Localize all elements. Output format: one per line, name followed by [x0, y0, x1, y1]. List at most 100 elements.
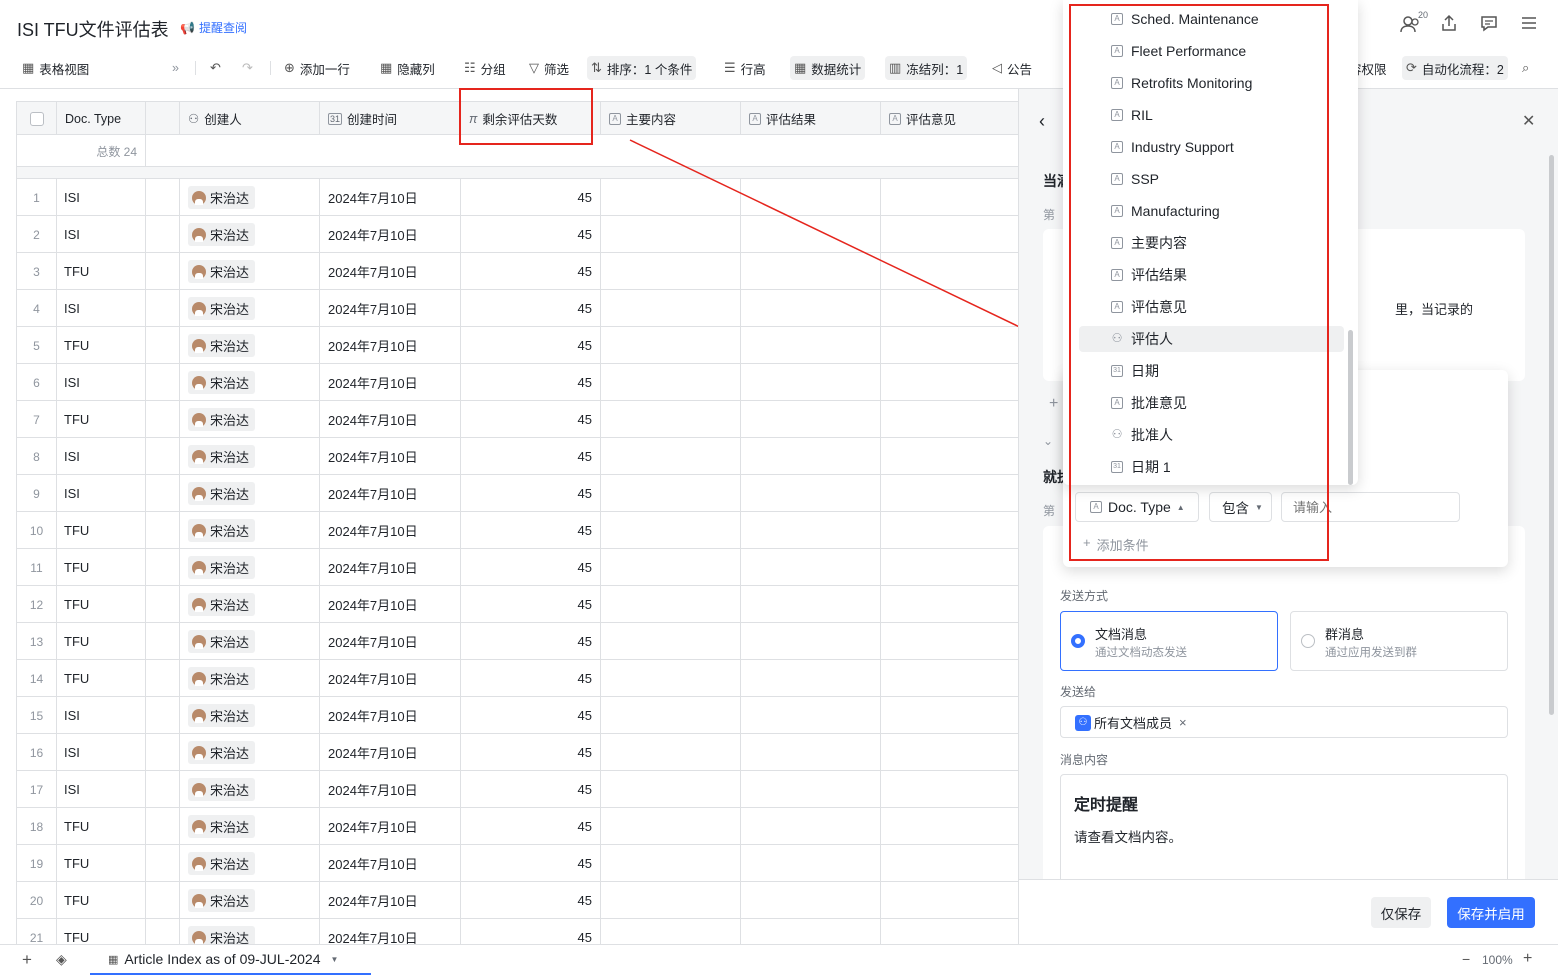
- cell-remaining-days[interactable]: 45: [461, 290, 601, 327]
- cell-empty[interactable]: [601, 216, 741, 253]
- cell-empty[interactable]: [741, 845, 881, 882]
- cell-created-time[interactable]: 2024年7月10日: [320, 660, 461, 697]
- view-switcher[interactable]: ▦ 表格视图 »: [18, 56, 183, 80]
- sort-button[interactable]: ⇅ 排序：1 个条件: [587, 56, 697, 80]
- table-row[interactable]: 5 TFU 宋治达 2024年7月10日 45: [17, 327, 1018, 364]
- cell-doc-type[interactable]: ISI: [57, 771, 146, 808]
- layers-icon[interactable]: ◈: [56, 951, 67, 968]
- option-group-message[interactable]: 群消息 通过应用发送到群: [1290, 611, 1508, 671]
- cell-creator[interactable]: 宋治达: [180, 623, 320, 660]
- cell-creator[interactable]: 宋治达: [180, 290, 320, 327]
- filter-button[interactable]: ▽ 筛选: [525, 56, 573, 80]
- cell-empty[interactable]: [601, 845, 741, 882]
- column-header-doc-type[interactable]: Doc. Type: [57, 102, 146, 135]
- cell-doc-type[interactable]: TFU: [57, 401, 146, 438]
- cell-creator[interactable]: 宋治达: [180, 882, 320, 919]
- cell-remaining-days[interactable]: 45: [461, 179, 601, 216]
- cell-empty[interactable]: [741, 364, 881, 401]
- cell-empty[interactable]: [601, 512, 741, 549]
- table-row[interactable]: 10 TFU 宋治达 2024年7月10日 45: [17, 512, 1018, 549]
- table-row[interactable]: 7 TFU 宋治达 2024年7月10日 45: [17, 401, 1018, 438]
- cell-empty[interactable]: [881, 401, 1018, 438]
- table-row[interactable]: 12 TFU 宋治达 2024年7月10日 45: [17, 586, 1018, 623]
- sheet-tab[interactable]: ▦ Article Index as of 09-JUL-2024 ▼: [90, 945, 371, 975]
- cell-doc-type[interactable]: ISI: [57, 179, 146, 216]
- cell-empty[interactable]: [601, 771, 741, 808]
- column-header-created-time[interactable]: 31 创建时间: [320, 102, 461, 135]
- panel-scrollbar[interactable]: [1549, 155, 1554, 715]
- cell-doc-type[interactable]: TFU: [57, 549, 146, 586]
- cell-doc-type[interactable]: ISI: [57, 290, 146, 327]
- cell-created-time[interactable]: 2024年7月10日: [320, 438, 461, 475]
- cell-empty[interactable]: [881, 549, 1018, 586]
- cell-created-time[interactable]: 2024年7月10日: [320, 179, 461, 216]
- cell-created-time[interactable]: 2024年7月10日: [320, 882, 461, 919]
- share-icon[interactable]: [1440, 14, 1458, 37]
- cell-remaining-days[interactable]: 45: [461, 697, 601, 734]
- recipient-field[interactable]: ⚇ 所有文档成员 ×: [1060, 706, 1508, 738]
- table-row[interactable]: 8 ISI 宋治达 2024年7月10日 45: [17, 438, 1018, 475]
- cell-empty[interactable]: [881, 660, 1018, 697]
- cell-empty[interactable]: [601, 697, 741, 734]
- select-all-checkbox[interactable]: [17, 102, 57, 135]
- cell-remaining-days[interactable]: 45: [461, 623, 601, 660]
- freeze-button[interactable]: ▥ 冻结列：1: [885, 56, 968, 80]
- cell-created-time[interactable]: 2024年7月10日: [320, 401, 461, 438]
- cell-empty[interactable]: [601, 734, 741, 771]
- table-row[interactable]: 13 TFU 宋治达 2024年7月10日 45: [17, 623, 1018, 660]
- close-icon[interactable]: ✕: [1522, 111, 1535, 131]
- cell-created-time[interactable]: 2024年7月10日: [320, 771, 461, 808]
- cell-creator[interactable]: 宋治达: [180, 660, 320, 697]
- back-icon[interactable]: ‹: [1039, 111, 1045, 132]
- cell-remaining-days[interactable]: 45: [461, 364, 601, 401]
- cell-remaining-days[interactable]: 45: [461, 475, 601, 512]
- cell-doc-type[interactable]: TFU: [57, 623, 146, 660]
- cell-creator[interactable]: 宋治达: [180, 771, 320, 808]
- cell-created-time[interactable]: 2024年7月10日: [320, 549, 461, 586]
- cell-creator[interactable]: 宋治达: [180, 808, 320, 845]
- cell-created-time[interactable]: 2024年7月10日: [320, 919, 461, 944]
- redo-button[interactable]: ↷: [238, 56, 257, 80]
- cell-remaining-days[interactable]: 45: [461, 438, 601, 475]
- comment-icon[interactable]: [1480, 14, 1498, 37]
- column-header-creator[interactable]: ⚇ 创建人: [180, 102, 320, 135]
- cell-creator[interactable]: 宋治达: [180, 549, 320, 586]
- cell-empty[interactable]: [741, 734, 881, 771]
- cell-created-time[interactable]: 2024年7月10日: [320, 364, 461, 401]
- table-row[interactable]: 2 ISI 宋治达 2024年7月10日 45: [17, 216, 1018, 253]
- cell-created-time[interactable]: 2024年7月10日: [320, 697, 461, 734]
- cell-created-time[interactable]: 2024年7月10日: [320, 512, 461, 549]
- cell-empty[interactable]: [881, 623, 1018, 660]
- cell-doc-type[interactable]: TFU: [57, 660, 146, 697]
- cell-empty[interactable]: [741, 179, 881, 216]
- cell-empty[interactable]: [741, 327, 881, 364]
- cell-empty[interactable]: [741, 771, 881, 808]
- cell-doc-type[interactable]: ISI: [57, 734, 146, 771]
- cell-created-time[interactable]: 2024年7月10日: [320, 808, 461, 845]
- cell-empty[interactable]: [881, 845, 1018, 882]
- cell-empty[interactable]: [881, 216, 1018, 253]
- cell-empty[interactable]: [741, 549, 881, 586]
- cell-doc-type[interactable]: TFU: [57, 808, 146, 845]
- caret-down-icon[interactable]: ▼: [331, 955, 339, 964]
- cell-creator[interactable]: 宋治达: [180, 919, 320, 944]
- cell-creator[interactable]: 宋治达: [180, 253, 320, 290]
- table-row[interactable]: 9 ISI 宋治达 2024年7月10日 45: [17, 475, 1018, 512]
- cell-remaining-days[interactable]: 45: [461, 327, 601, 364]
- row-height-button[interactable]: ☰ 行高: [720, 56, 770, 80]
- cell-empty[interactable]: [881, 327, 1018, 364]
- remind-link[interactable]: 📢 提醒查阅: [180, 19, 247, 36]
- cell-empty[interactable]: [601, 549, 741, 586]
- remove-icon[interactable]: ×: [1179, 715, 1187, 730]
- cell-doc-type[interactable]: TFU: [57, 512, 146, 549]
- cell-empty[interactable]: [601, 586, 741, 623]
- cell-empty[interactable]: [881, 438, 1018, 475]
- add-row-button[interactable]: ⊕ 添加一行: [280, 56, 354, 80]
- cell-empty[interactable]: [741, 660, 881, 697]
- members-icon[interactable]: 20: [1400, 10, 1428, 39]
- cell-remaining-days[interactable]: 45: [461, 845, 601, 882]
- cell-doc-type[interactable]: ISI: [57, 697, 146, 734]
- cell-doc-type[interactable]: ISI: [57, 475, 146, 512]
- cell-empty[interactable]: [601, 253, 741, 290]
- cell-remaining-days[interactable]: 45: [461, 882, 601, 919]
